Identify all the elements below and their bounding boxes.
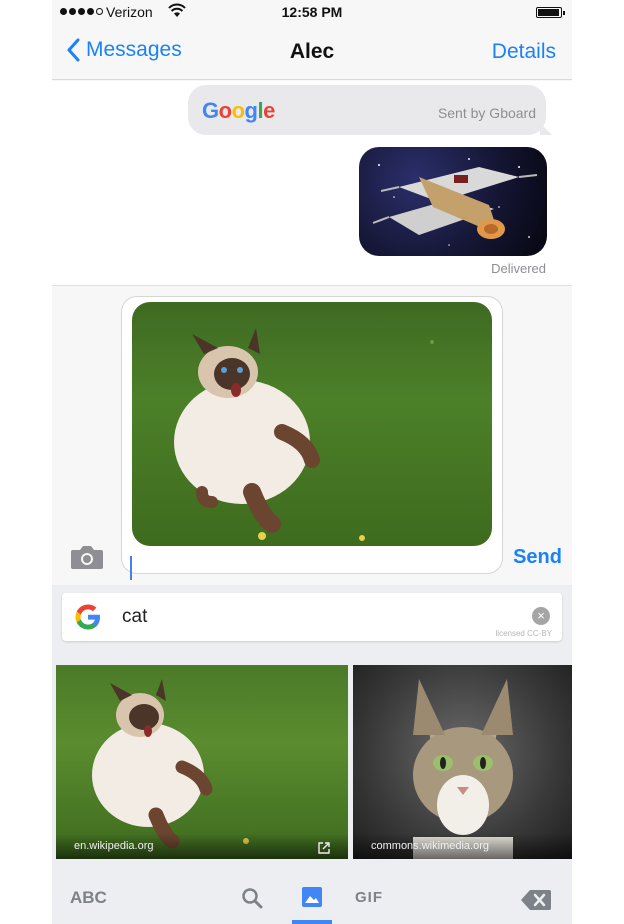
cat-photo xyxy=(174,328,434,541)
text-caret xyxy=(130,556,132,580)
phone-screen: Verizon 12:58 PM Messages Alec Details G… xyxy=(52,0,572,924)
camera-icon[interactable] xyxy=(70,544,104,570)
keyboard-tab-bar: ABC GIF xyxy=(52,876,572,924)
battery-icon xyxy=(536,7,565,18)
license-note: licensed CC-BY xyxy=(495,629,552,638)
google-share-card[interactable]: Google Sent by Gboard xyxy=(188,85,552,135)
conversation-thread: Google Sent by Gboard Delivered xyxy=(52,81,572,285)
send-button[interactable]: Send xyxy=(513,546,562,569)
image-results: en.wikipedia.org commons.wikimedia.org xyxy=(52,665,572,859)
clock: 12:58 PM xyxy=(281,4,343,20)
open-external-icon[interactable] xyxy=(318,842,330,854)
google-g-icon xyxy=(75,604,100,630)
result-source: commons.wikimedia.org xyxy=(353,833,572,859)
backspace-icon[interactable] xyxy=(520,888,552,912)
search-query: cat xyxy=(122,606,148,627)
sent-image-xwing[interactable] xyxy=(359,147,547,256)
attached-cat-image[interactable] xyxy=(132,302,492,546)
gboard-search-bar[interactable]: cat × licensed CC-BY xyxy=(62,593,562,641)
navigation-bar: Messages Alec Details xyxy=(52,26,572,80)
sent-by-label: Sent by Gboard xyxy=(437,105,536,121)
google-logo: Google xyxy=(202,98,275,123)
compose-area: Send xyxy=(52,285,572,585)
active-tab-indicator xyxy=(292,920,332,924)
images-tab[interactable] xyxy=(292,876,332,924)
result-source: en.wikipedia.org xyxy=(56,833,348,859)
search-icon[interactable] xyxy=(240,886,264,910)
xwing-picture xyxy=(372,158,538,246)
gif-tab[interactable]: GIF xyxy=(355,889,383,906)
status-bar: Verizon 12:58 PM xyxy=(52,0,572,26)
delivered-status: Delivered xyxy=(491,261,546,276)
message-input[interactable] xyxy=(121,296,503,580)
cat-result-photo xyxy=(92,679,249,849)
abc-tab[interactable]: ABC xyxy=(70,888,107,908)
image-icon xyxy=(302,887,322,907)
image-result-2[interactable]: commons.wikimedia.org xyxy=(353,665,572,859)
tabby-cat-photo xyxy=(413,679,513,859)
clear-search-icon[interactable]: × xyxy=(532,607,550,625)
image-result-1[interactable]: en.wikipedia.org xyxy=(56,665,348,859)
details-button[interactable]: Details xyxy=(492,40,556,64)
gboard-keyboard: cat × licensed CC-BY en.wikipedia.org co… xyxy=(52,585,572,924)
